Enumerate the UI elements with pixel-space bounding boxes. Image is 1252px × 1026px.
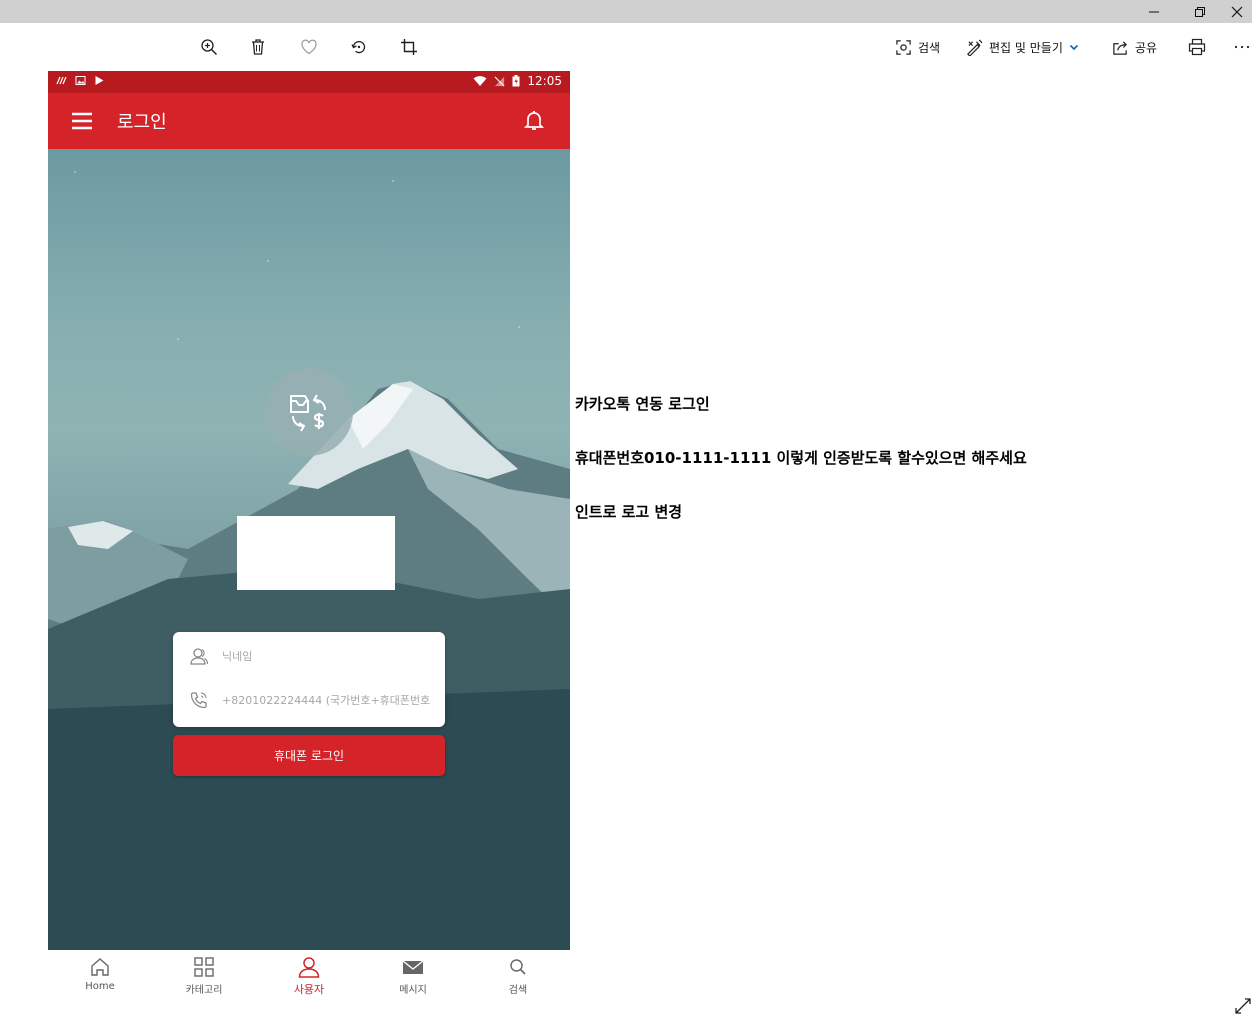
share-label: 공유 bbox=[1135, 40, 1158, 55]
photo-viewer-toolbar: 검색 편집 및 만들기 공유 bbox=[0, 23, 1252, 71]
visual-search-icon bbox=[896, 39, 911, 55]
app-bar: 로그인 bbox=[48, 93, 570, 149]
phone-number-input[interactable] bbox=[222, 686, 430, 714]
mountain-background: 휴대폰 로그인 bbox=[48, 149, 570, 950]
close-button[interactable] bbox=[1222, 0, 1252, 23]
note-kakao-login: 카카오톡 연동 로그인 bbox=[575, 395, 710, 413]
annotation-notes: 카카오톡 연동 로그인 휴대폰번호010-1111-1111 이렇게 인증받도록… bbox=[575, 393, 1175, 555]
favorite-icon bbox=[301, 39, 317, 55]
minimize-icon bbox=[1149, 11, 1159, 12]
exchange-logo-icon bbox=[290, 394, 326, 432]
more-button[interactable] bbox=[1233, 35, 1251, 59]
phone-icon bbox=[190, 692, 207, 709]
visual-search-button[interactable]: 검색 bbox=[895, 35, 940, 59]
phone-login-button[interactable]: 휴대폰 로그인 bbox=[173, 735, 445, 776]
close-icon bbox=[1231, 6, 1243, 17]
wifi-icon bbox=[473, 76, 487, 86]
battery-charging-icon bbox=[512, 75, 520, 87]
nav-user-label: 사용자 bbox=[293, 983, 325, 996]
page-title: 로그인 bbox=[117, 112, 167, 133]
print-icon bbox=[1188, 38, 1206, 56]
edit-icon bbox=[967, 39, 983, 56]
nav-search[interactable]: 검색 bbox=[466, 956, 570, 1006]
mail-icon bbox=[402, 960, 424, 974]
rotate-button[interactable] bbox=[347, 35, 371, 59]
phone-number-field bbox=[173, 680, 445, 720]
nav-search-label: 검색 bbox=[508, 985, 528, 996]
note-intro-logo: 인트로 로고 변경 bbox=[575, 503, 683, 521]
rotate-icon bbox=[351, 40, 366, 54]
logo-placeholder bbox=[237, 516, 395, 590]
edit-create-button[interactable]: 편집 및 만들기 bbox=[966, 35, 1079, 59]
nav-category[interactable]: 카테고리 bbox=[152, 956, 256, 1006]
nav-home[interactable]: Home bbox=[48, 956, 152, 1006]
crop-icon bbox=[401, 39, 417, 55]
share-icon bbox=[1113, 40, 1128, 55]
window-titlebar bbox=[0, 0, 1252, 23]
favorite-button[interactable] bbox=[297, 35, 321, 59]
search-icon bbox=[510, 959, 526, 975]
nav-category-label: 카테고리 bbox=[185, 985, 223, 996]
home-icon bbox=[91, 958, 109, 976]
nav-message-label: 메시지 bbox=[399, 985, 427, 996]
restore-icon bbox=[1195, 6, 1205, 17]
zoom-in-button[interactable] bbox=[197, 35, 221, 59]
user-icon bbox=[190, 648, 209, 665]
app-logo bbox=[265, 368, 353, 456]
note-phone-auth: 휴대폰번호010-1111-1111 이렇게 인증받도록 할수있으면 해주세요 bbox=[575, 449, 1027, 467]
notification-icon bbox=[56, 75, 67, 86]
image-icon bbox=[75, 75, 86, 86]
nav-message[interactable]: 메시지 bbox=[361, 956, 465, 1006]
minimize-button[interactable] bbox=[1131, 0, 1177, 23]
delete-button[interactable] bbox=[246, 35, 270, 59]
restore-button[interactable] bbox=[1177, 0, 1223, 23]
chevron-down-icon bbox=[1069, 44, 1078, 51]
expand-icon[interactable] bbox=[1234, 997, 1252, 1015]
search-label: 검색 bbox=[918, 40, 941, 55]
android-status-bar: 12:05 bbox=[48, 71, 570, 93]
notification-bell-icon[interactable] bbox=[522, 108, 546, 132]
nav-user[interactable]: 사용자 bbox=[257, 956, 361, 1006]
grid-icon bbox=[194, 957, 214, 977]
nickname-field bbox=[173, 636, 445, 676]
more-icon bbox=[1234, 45, 1250, 49]
print-button[interactable] bbox=[1185, 35, 1209, 59]
status-time: 12:05 bbox=[527, 74, 562, 88]
crop-button[interactable] bbox=[397, 35, 421, 59]
nickname-input[interactable] bbox=[222, 642, 430, 670]
bottom-navigation: Home 카테고리 사용자 메시지 검색 bbox=[48, 950, 570, 1017]
delete-icon bbox=[252, 39, 264, 55]
hamburger-menu-icon[interactable] bbox=[70, 109, 94, 133]
share-button[interactable]: 공유 bbox=[1112, 35, 1157, 59]
user-icon bbox=[298, 957, 320, 978]
play-store-icon bbox=[94, 75, 105, 86]
edit-label: 편집 및 만들기 bbox=[989, 40, 1063, 55]
login-form bbox=[173, 632, 445, 727]
phone-screenshot: 12:05 로그인 닉네임 +8201022224444 (국가번호+휴대폰번호… bbox=[48, 71, 570, 1017]
zoom-in-icon bbox=[201, 39, 218, 56]
no-signal-icon bbox=[494, 76, 505, 86]
nav-home-label: Home bbox=[85, 981, 115, 992]
